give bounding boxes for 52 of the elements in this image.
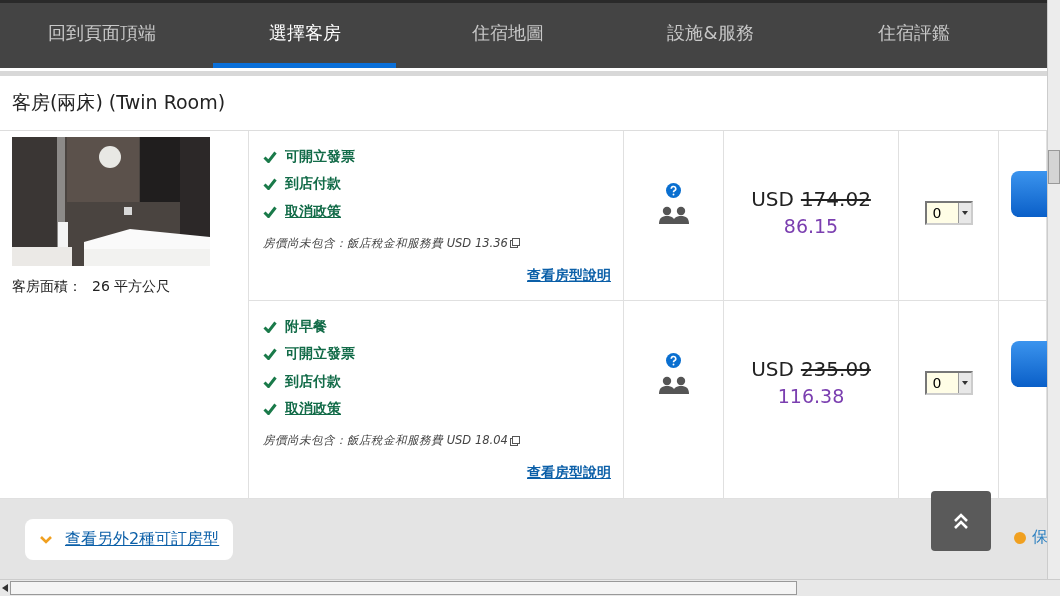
- check-icon: [263, 178, 277, 191]
- policy-link[interactable]: 取消政策: [285, 400, 341, 419]
- scroll-left-icon[interactable]: [2, 584, 8, 592]
- currency-label: USD: [751, 357, 794, 381]
- horizontal-scrollbar[interactable]: [0, 579, 1060, 596]
- dropdown-arrow-icon: [961, 381, 968, 385]
- room-details-link[interactable]: 查看房型說明: [527, 464, 611, 482]
- vertical-scrollbar[interactable]: [1047, 0, 1060, 580]
- feature-text: 到店付款: [285, 372, 341, 391]
- nav-tab[interactable]: 回到頁面頂端: [10, 3, 193, 68]
- check-icon: [263, 375, 277, 388]
- nav-tab[interactable]: 住宿評鑑: [822, 3, 1005, 68]
- room-details-link[interactable]: 查看房型說明: [527, 266, 611, 285]
- check-icon: [263, 150, 277, 163]
- quantity-select[interactable]: 0: [924, 201, 973, 225]
- original-price: 235.09: [800, 357, 871, 381]
- help-icon[interactable]: [666, 183, 681, 198]
- feature-text: 可開立發票: [285, 147, 355, 166]
- feature-text: 可開立發票: [285, 345, 355, 364]
- area-value: 26 平方公尺: [92, 278, 171, 296]
- double-chevron-up-icon: [953, 512, 969, 530]
- book-button[interactable]: [1011, 171, 1048, 217]
- discount-price: 86.15: [783, 215, 839, 237]
- check-icon: [263, 348, 277, 361]
- currency-label: USD: [751, 187, 794, 211]
- chevron-down-icon: [39, 534, 53, 545]
- discount-price: 116.38: [777, 385, 845, 407]
- two-people-icon: [658, 206, 689, 224]
- help-icon[interactable]: [666, 353, 681, 368]
- feature-text: 到店付款: [285, 175, 341, 194]
- check-icon: [263, 403, 277, 416]
- back-to-top-button[interactable]: [931, 491, 991, 551]
- more-rooms-link[interactable]: 查看另外2種可訂房型: [25, 519, 234, 560]
- original-price: 174.02: [800, 187, 871, 211]
- popup-icon[interactable]: [509, 238, 520, 248]
- check-icon: [263, 320, 277, 333]
- room-title: 客房(兩床) (Twin Room): [0, 76, 1048, 131]
- nav-tab[interactable]: 設施&服務: [619, 3, 802, 68]
- quantity-select[interactable]: 0: [924, 371, 973, 395]
- dropdown-arrow-icon: [961, 211, 968, 215]
- check-icon: [263, 205, 277, 218]
- popup-icon[interactable]: [509, 435, 520, 446]
- two-people-icon: [658, 376, 689, 394]
- area-label: 客房面積：: [12, 278, 82, 296]
- book-button[interactable]: [1011, 341, 1048, 387]
- tax-note: 房價尚未包含：飯店稅金和服務費 USD 13.36: [263, 235, 508, 251]
- nav-tab[interactable]: 住宿地圖: [416, 3, 599, 68]
- guarantee-text: 保: [1032, 527, 1048, 548]
- badge-icon: [1014, 531, 1026, 544]
- feature-text: 附早餐: [285, 317, 327, 336]
- tax-note: 房價尚未包含：飯店稅金和服務費 USD 18.04: [263, 433, 508, 448]
- policy-link[interactable]: 取消政策: [285, 202, 341, 221]
